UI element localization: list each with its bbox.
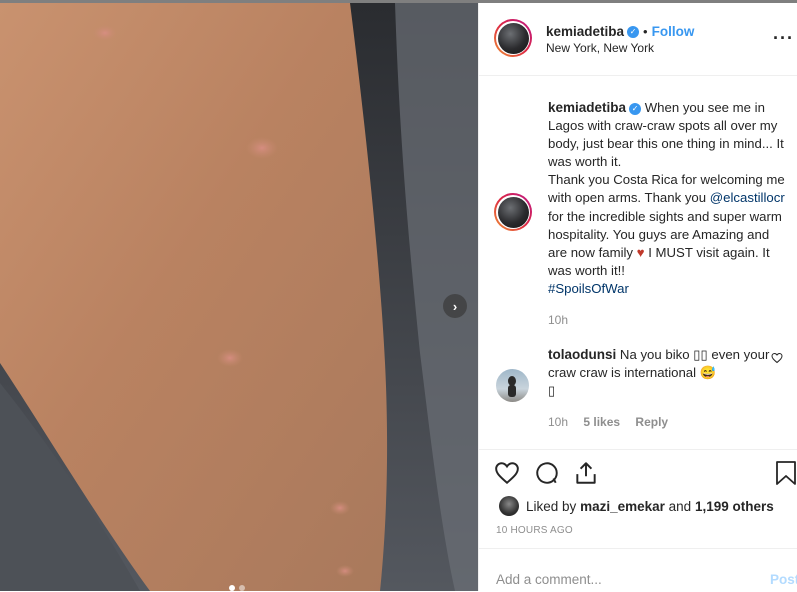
bookmark-icon[interactable] <box>775 460 797 491</box>
comment-meta: 10h 5 likes Reply <box>548 413 770 431</box>
follow-button[interactable]: Follow <box>652 24 695 39</box>
emoji-placeholder-icon: ▯▯ <box>693 347 708 362</box>
carousel-dot <box>229 585 235 591</box>
carousel-next-button[interactable]: › <box>443 294 467 318</box>
commenter-avatar[interactable] <box>496 369 529 402</box>
carousel-indicator <box>229 585 245 591</box>
more-options-icon[interactable]: ··· <box>773 28 794 49</box>
liked-by-prefix: Liked by <box>526 498 577 514</box>
reply-button[interactable]: Reply <box>635 415 668 429</box>
liker-avatar[interactable] <box>499 496 519 516</box>
post-timestamp[interactable]: 10 HOURS AGO <box>496 525 573 536</box>
author-username[interactable]: kemiadetiba <box>546 24 624 39</box>
emoji-placeholder-icon: ▯ <box>548 383 556 399</box>
comment-bubble-icon[interactable] <box>534 460 560 491</box>
comment-text-1: Na you biko <box>619 347 690 362</box>
liker-username[interactable]: mazi_emekar <box>580 499 665 514</box>
post-header: kemiadetiba ✓ • Follow New York, New York ·… <box>479 3 797 76</box>
chevron-right-icon: › <box>452 298 458 314</box>
like-heart-icon[interactable] <box>494 460 520 491</box>
divider <box>479 449 797 450</box>
add-comment-input[interactable]: Add a comment... <box>496 572 602 587</box>
carousel-dot <box>239 585 245 591</box>
caption-time: 10h <box>548 313 569 328</box>
like-comment-heart-icon[interactable] <box>771 351 783 369</box>
post-details-panel: kemiadetiba ✓ • Follow New York, New York ·… <box>478 3 797 591</box>
post-photo[interactable]: › <box>0 3 478 591</box>
caption-author-avatar[interactable] <box>494 193 532 231</box>
mention-link[interactable]: @elcastillocr <box>710 190 785 205</box>
add-comment-bar: Add a comment... Post <box>479 548 797 592</box>
likes-conjunction: and <box>668 498 692 514</box>
comment: tolaodunsi Na you biko ▯▯ even your craw… <box>548 346 770 431</box>
header-separator: • <box>643 24 648 39</box>
verified-badge-icon: ✓ <box>629 102 642 115</box>
likes-others-count[interactable]: 1,199 others <box>695 499 774 514</box>
heart-emoji-icon: ♥ <box>636 244 645 260</box>
share-icon[interactable] <box>573 460 599 491</box>
laughing-emoji-icon: 😅 <box>699 365 717 381</box>
post-location[interactable]: New York, New York <box>546 41 654 55</box>
caption-username[interactable]: kemiadetiba <box>548 100 626 115</box>
commenter-username[interactable]: tolaodunsi <box>548 347 616 362</box>
hashtag-link[interactable]: #SpoilsOfWar <box>548 281 629 296</box>
post-comment-button[interactable]: Post <box>770 572 797 587</box>
comment-likes-count[interactable]: 5 likes <box>583 415 620 429</box>
likes-summary: Liked by mazi_emekar and 1,199 others <box>499 496 774 516</box>
arm-photo-illustration <box>0 3 478 591</box>
author-avatar[interactable] <box>494 19 532 57</box>
comment-time: 10h <box>548 415 569 430</box>
caption: kemiadetiba ✓ When you see me in Lagos wi… <box>548 99 788 329</box>
verified-badge-icon: ✓ <box>627 25 640 38</box>
